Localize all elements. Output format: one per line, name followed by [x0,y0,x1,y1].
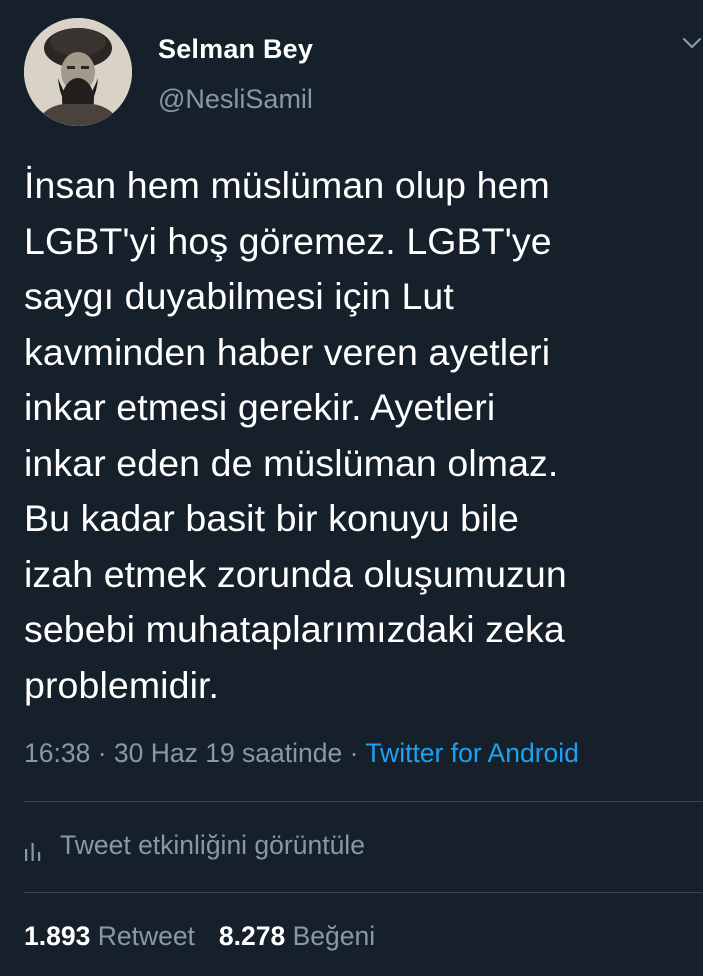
tweet-client-link[interactable]: Twitter for Android [365,738,579,768]
avatar[interactable] [24,18,132,126]
like-label: Beğeni [292,921,376,951]
tweet-text: İnsan hem müslüman olup hem LGBT'yi hoş … [24,164,567,706]
author-display-name[interactable]: Selman Bey [158,34,313,65]
tweet-detail: Selman Bey @NesliSamil İnsan hem müslüma… [0,0,703,976]
divider [24,801,703,802]
meta-separator: · [90,738,114,768]
retweet-count: 1.893 [24,921,91,951]
bar-chart-icon [24,837,42,861]
tweet-stats: 1.893 Retweet 8.278 Beğeni [24,921,375,952]
meta-separator: · [342,738,366,768]
retweets-stat[interactable]: 1.893 Retweet [24,921,195,951]
retweet-label: Retweet [97,921,195,951]
tweet-date: 30 Haz 19 saatinde [113,738,343,768]
author-handle[interactable]: @NesliSamil [158,84,313,115]
divider [24,892,703,893]
view-tweet-activity-label: Tweet etkinliğini görüntüle [60,830,365,860]
avatar-portrait-icon [24,18,132,126]
tweet-meta: 16:38 · 30 Haz 19 saatinde · Twitter for… [24,738,579,769]
tweet-time: 16:38 [24,738,91,768]
like-count: 8.278 [218,921,286,951]
likes-stat[interactable]: 8.278 Beğeni [219,921,375,951]
chevron-down-icon[interactable] [681,32,703,54]
view-tweet-activity-button[interactable]: Tweet etkinliğini görüntüle [24,830,365,861]
